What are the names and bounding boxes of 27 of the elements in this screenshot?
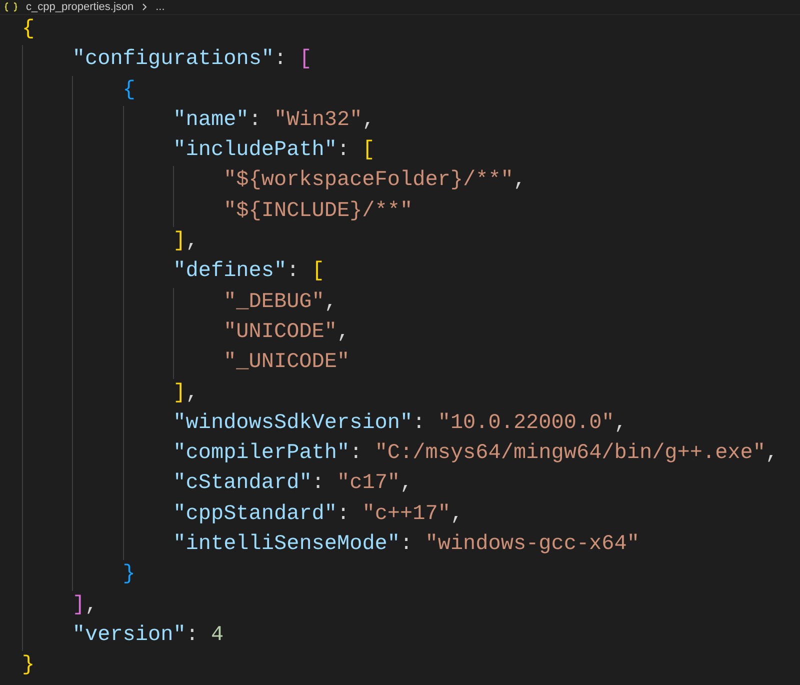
code-line: { <box>22 17 35 43</box>
breadcrumb-item[interactable]: ... <box>156 2 165 12</box>
code-line: "intelliSenseMode": "windows-gcc-x64" <box>173 532 640 558</box>
indent-guide <box>173 166 174 228</box>
code-line: ], <box>173 380 198 407</box>
code-line: "_UNICODE" <box>224 350 350 376</box>
chevron-icon <box>142 3 148 11</box>
code-line: "defines": [ <box>173 259 324 286</box>
code-line: "name": "Win32", <box>173 108 375 134</box>
code-line: } <box>122 562 136 588</box>
braces-icon <box>4 2 18 12</box>
code-line: ], <box>72 592 98 619</box>
code-line: { <box>122 78 136 104</box>
code-line: "cppStandard": "c++17", <box>173 502 464 528</box>
code-line: "windowsSdkVersion": "10.0.22000.0", <box>173 410 627 437</box>
code-line: "_DEBUG", <box>224 290 337 316</box>
code-line: "${workspaceFolder}/**", <box>224 168 526 194</box>
code-line: "UNICODE", <box>224 320 350 346</box>
code-line: "includePath": [ <box>173 138 375 164</box>
code-line: } <box>22 653 35 680</box>
code-line: "compilerPath": "C:/msys64/mingw64/bin/g++.exe", <box>173 441 778 468</box>
code-line: "${INCLUDE}/**" <box>224 198 413 225</box>
code-line: "configurations": [ <box>72 47 312 74</box>
breadcrumb-item[interactable]: c_cpp_properties.json <box>26 2 134 12</box>
code-line: "version": 4 <box>72 622 224 649</box>
code-line: "cStandard": "c17", <box>173 471 413 498</box>
code-line: ], <box>173 229 198 256</box>
